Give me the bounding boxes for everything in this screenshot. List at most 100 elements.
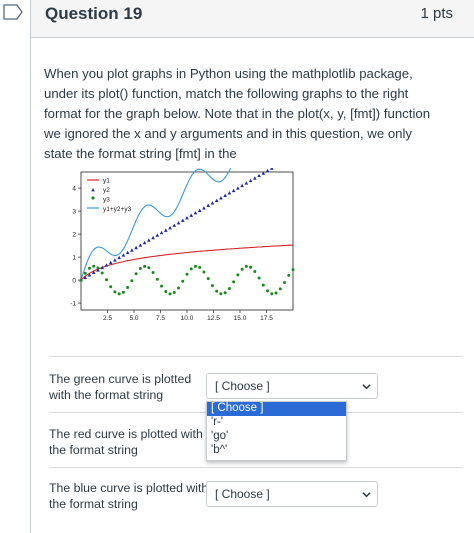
divider: [49, 467, 463, 468]
series-point-y3: [155, 277, 159, 281]
question-card: Question 19 1 pts When you plot graphs i…: [30, 0, 474, 533]
series-point-y2: [214, 198, 219, 203]
legend-label: y1: [103, 178, 110, 185]
legend-marker-y2: [91, 188, 95, 192]
series-point-y2: [130, 248, 134, 252]
series-point-y2: [248, 178, 253, 183]
series-point-y2: [159, 230, 164, 235]
series-point-y3: [138, 267, 142, 271]
series-point-y2: [138, 243, 143, 247]
series-point-y2: [236, 186, 240, 190]
y-tick-label: -1: [70, 301, 76, 308]
y-tick-label: 1: [72, 255, 76, 262]
series-point-y3: [253, 270, 257, 274]
series-point-y2: [193, 211, 198, 215]
series-point-y2: [180, 218, 185, 222]
series-point-y2: [244, 181, 249, 185]
left-rail: [0, 0, 30, 533]
question-points: 1 pts: [420, 5, 453, 22]
series-point-y3: [240, 267, 244, 271]
match-label-red: The red curve is plotted with the format…: [49, 427, 203, 457]
series-point-y3: [185, 272, 189, 276]
select-green-value: [ Choose ]: [215, 379, 270, 393]
legend-label: y3: [103, 197, 110, 204]
series-point-y3: [100, 271, 104, 275]
series-point-y3: [244, 264, 248, 268]
legend-label: y2: [103, 187, 110, 194]
question-graph: -1 0 1 2 3 4 2.5 5.0 7.5 10.0 12.5 15.0 17.5 y1 y2 y3…: [53, 168, 301, 330]
series-point-y2: [172, 223, 177, 227]
dropdown-option[interactable]: 'b^': [207, 444, 346, 458]
series-point-y3: [168, 292, 172, 296]
series-point-y3: [198, 266, 202, 270]
select-blue[interactable]: [ Choose ]: [206, 481, 378, 507]
divider: [49, 356, 463, 357]
series-point-y3: [96, 266, 100, 270]
series-point-y3: [121, 290, 125, 294]
dropdown-option[interactable]: 'go': [207, 430, 346, 444]
series-point-y2: [104, 263, 109, 267]
series-point-y3: [117, 292, 121, 296]
series-point-y3: [210, 284, 214, 288]
series-point-y3: [177, 286, 181, 290]
match-label-green: The green curve is plotted with the form…: [49, 372, 192, 402]
series-point-y3: [126, 285, 130, 289]
series-point-y2: [265, 168, 270, 173]
series-point-y2: [151, 235, 155, 240]
x-tick-label: 10.0: [181, 315, 194, 322]
chevron-down-icon: [362, 492, 371, 498]
series-point-y3: [261, 283, 265, 287]
series-point-y3: [270, 292, 274, 296]
series-point-y3: [223, 291, 227, 295]
series-point-y3: [147, 266, 151, 270]
series-point-y2: [210, 201, 215, 205]
question-header: Question 19 1 pts: [31, 0, 474, 38]
series-point-y2: [117, 255, 121, 260]
series-point-y3: [278, 287, 282, 291]
y-tick-label: 3: [72, 209, 76, 216]
series-point-y2: [257, 173, 261, 178]
x-tick-label: 12.5: [207, 315, 220, 322]
series-point-y3: [189, 267, 193, 271]
series-point-y3: [193, 264, 197, 268]
series-point-y3: [181, 279, 185, 283]
select-dropdown-list: [ Choose ] 'r-' 'go' 'b^': [206, 401, 347, 461]
series-point-y2: [147, 238, 151, 242]
series-line-sum: [80, 168, 232, 281]
x-tick-label: 5.0: [129, 315, 138, 322]
series-point-y3: [266, 289, 270, 293]
series-point-y2: [240, 183, 244, 188]
series-point-y3: [274, 291, 278, 295]
match-label-blue: The blue curve is plotted with the forma…: [49, 481, 209, 511]
series-point-y3: [287, 273, 291, 277]
dropdown-option[interactable]: 'r-': [207, 416, 346, 429]
series-point-y3: [236, 273, 240, 277]
series-point-y3: [113, 290, 117, 294]
series-point-y2: [227, 191, 232, 195]
question-title: Question 19: [45, 4, 143, 23]
select-blue-value: [ Choose ]: [215, 487, 270, 501]
series-point-y3: [83, 271, 87, 275]
series-point-y2: [164, 228, 168, 232]
series-point-y3: [215, 289, 219, 293]
series-point-y2: [253, 176, 257, 180]
series-point-y2: [219, 196, 223, 200]
series-point-y2: [121, 253, 126, 257]
x-tick-label: 2.5: [103, 315, 112, 322]
legend-label: y1+y2+y3: [103, 206, 132, 213]
series-point-y3: [160, 284, 164, 288]
series-point-y3: [206, 277, 210, 281]
series-point-y2: [223, 193, 227, 198]
select-green[interactable]: [ Choose ]: [206, 373, 378, 399]
dropdown-option[interactable]: [ Choose ]: [207, 402, 346, 416]
series-point-y3: [79, 278, 83, 282]
flag-question-icon[interactable]: [3, 4, 23, 20]
series-point-y3: [104, 278, 108, 282]
series-point-y2: [142, 240, 147, 245]
series-point-y2: [108, 260, 113, 265]
chevron-down-icon: [362, 384, 371, 390]
y-tick-label: 2: [72, 232, 76, 239]
plot-frame: [80, 171, 294, 311]
series-point-y2: [189, 213, 194, 217]
y-tick-label: 0: [72, 278, 76, 285]
